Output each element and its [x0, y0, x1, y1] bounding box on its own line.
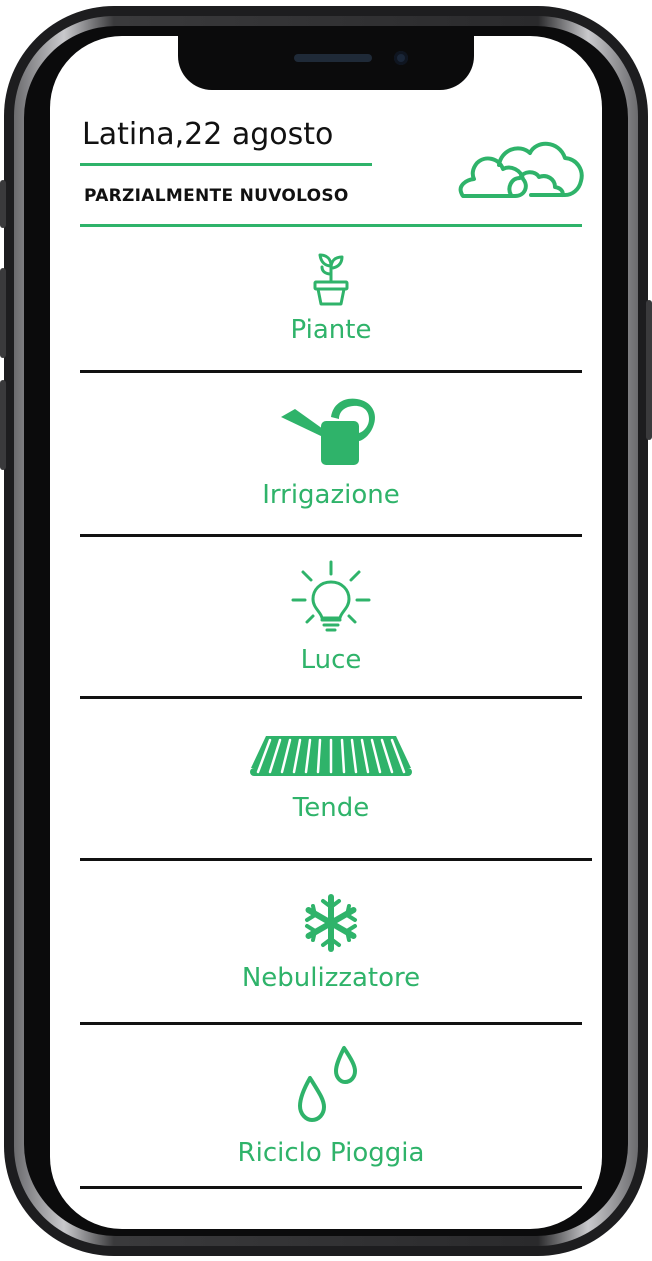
awning-icon: [250, 736, 412, 776]
snowflake-icon: [305, 894, 357, 952]
light-bulb-icon: [291, 560, 371, 632]
menu-item-piante[interactable]: Piante: [80, 240, 582, 390]
menu-divider: [80, 370, 582, 373]
location-date-title: Latina,22 agosto: [82, 117, 334, 152]
cloud-icon: [458, 141, 584, 198]
title-underline: [80, 163, 372, 166]
mute-switch: [0, 180, 6, 228]
water-drops-icon: [298, 1046, 357, 1122]
menu-item-label: Tende: [292, 793, 370, 823]
menu-item-label: Nebulizzatore: [241, 963, 421, 993]
menu-divider: [80, 1022, 582, 1025]
volume-up-button: [0, 268, 6, 358]
menu-item-label: Irrigazione: [262, 480, 400, 510]
watering-can-icon: [281, 398, 376, 465]
volume-down-button: [0, 380, 6, 470]
menu-divider: [80, 696, 582, 699]
menu-item-riciclo-pioggia[interactable]: Riciclo Pioggia: [80, 1038, 582, 1188]
plant-pot-icon: [313, 253, 349, 306]
menu-item-irrigazione[interactable]: Irrigazione: [80, 385, 582, 535]
notch: [178, 36, 474, 90]
menu-item-luce[interactable]: Luce: [80, 550, 582, 700]
menu-divider: [80, 534, 582, 537]
menu-item-tende[interactable]: Tende: [80, 710, 582, 860]
weather-condition: PARZIALMENTE NUVOLOSO: [84, 186, 349, 206]
front-camera: [394, 51, 408, 65]
menu-divider: [80, 858, 592, 861]
menu-item-label: Luce: [300, 645, 362, 675]
menu-divider: [80, 1186, 582, 1189]
power-button: [646, 300, 652, 440]
speaker-grille: [294, 54, 372, 62]
menu-item-label: Piante: [290, 315, 372, 345]
menu-item-nebulizzatore[interactable]: Nebulizzatore: [80, 875, 582, 1025]
menu-item-label: Riciclo Pioggia: [237, 1138, 425, 1168]
header-divider: [80, 224, 582, 227]
